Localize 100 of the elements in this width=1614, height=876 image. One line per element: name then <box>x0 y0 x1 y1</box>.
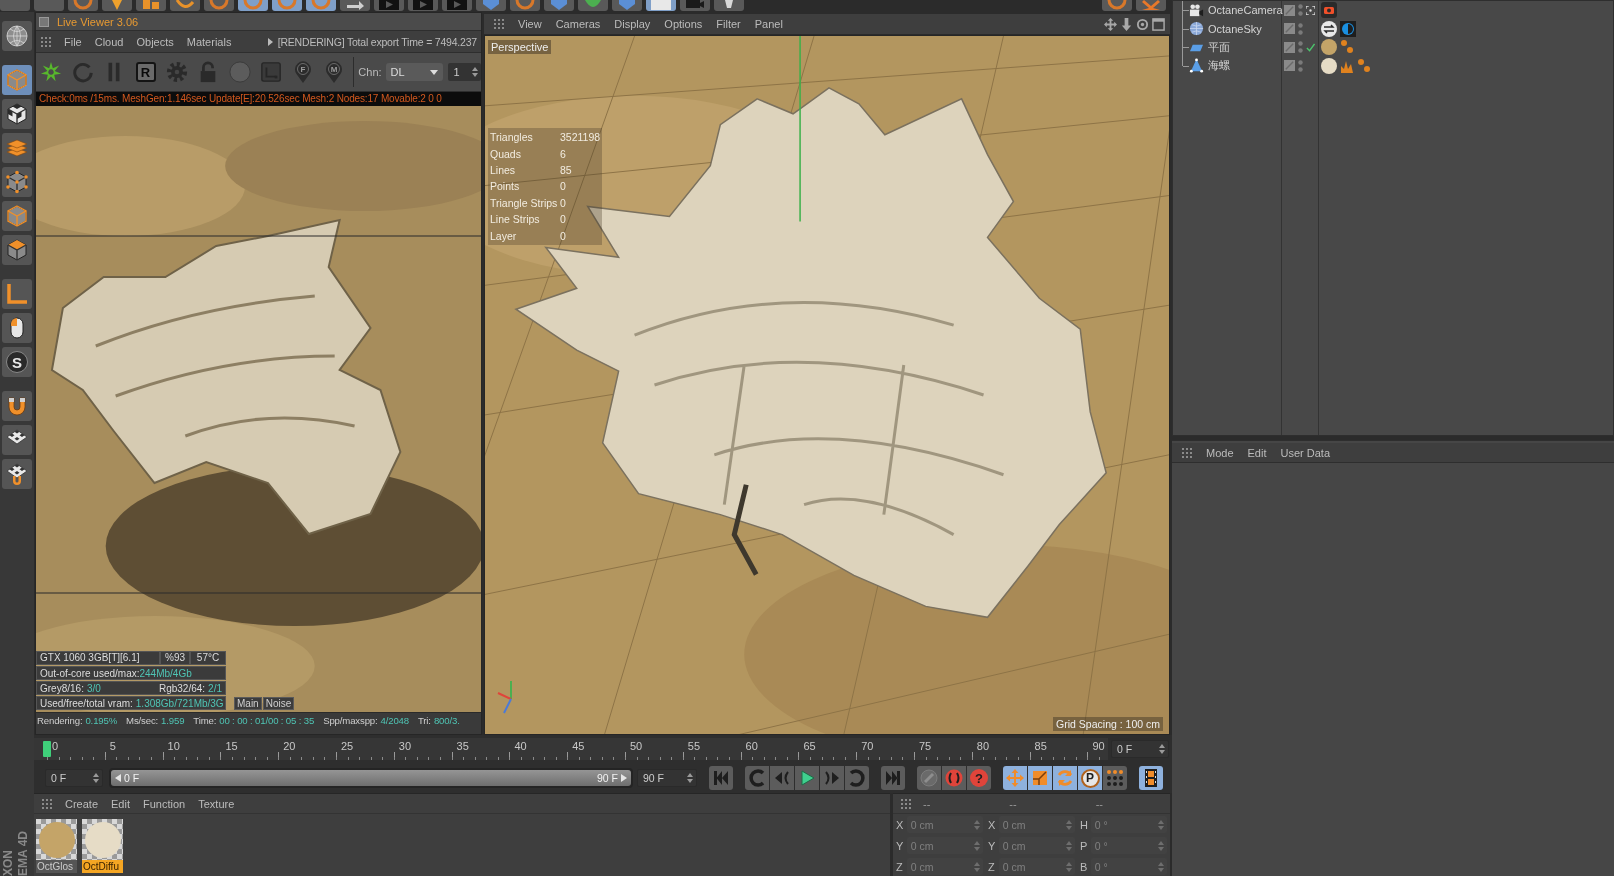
transport-button[interactable]: P <box>1078 766 1102 790</box>
grip-icon[interactable] <box>42 798 52 809</box>
playhead-handle[interactable] <box>43 741 51 757</box>
object-name[interactable]: OctaneSky <box>1208 22 1262 35</box>
vertical-dots-icon[interactable] <box>1298 4 1303 17</box>
rotate-icon[interactable] <box>1136 17 1149 31</box>
toolbar-button[interactable] <box>680 0 710 11</box>
channel-number-field[interactable]: 1 <box>447 63 481 81</box>
object-name[interactable]: OctaneCamera <box>1208 4 1283 17</box>
grip-icon[interactable] <box>901 798 911 809</box>
spinner-arrows-icon[interactable] <box>1159 744 1165 754</box>
toolbar-button[interactable] <box>68 0 98 11</box>
tool-button[interactable] <box>2 313 32 343</box>
menu-item[interactable]: Options <box>664 18 703 30</box>
camera-icon[interactable] <box>1189 2 1204 18</box>
slashed-square-icon[interactable] <box>1284 23 1295 35</box>
menu-item[interactable]: Panel <box>754 18 783 30</box>
toggle-button[interactable]: Main <box>234 697 262 710</box>
slashed-square-icon[interactable] <box>1284 60 1295 72</box>
menu-item[interactable]: Create <box>65 797 99 810</box>
tool-button[interactable] <box>2 235 32 265</box>
tool-button[interactable]: S <box>2 347 32 377</box>
grip-icon[interactable] <box>1182 447 1192 458</box>
object-name[interactable]: 平面 <box>1208 39 1230 55</box>
transport-button[interactable]: ? <box>967 766 991 790</box>
toolbar-button[interactable] <box>544 0 574 11</box>
toolbar-button[interactable]: R <box>133 59 158 85</box>
menu-item[interactable]: Edit <box>1247 446 1267 459</box>
toolbar-button[interactable] <box>578 0 608 11</box>
spinner-arrows-icon[interactable] <box>471 67 478 77</box>
tool-button[interactable] <box>2 425 32 455</box>
camera-label[interactable]: Perspective <box>488 40 552 54</box>
menu-item[interactable]: View <box>518 18 542 30</box>
menu-item[interactable]: User Data <box>1280 446 1331 459</box>
menu-item[interactable]: Objects <box>136 35 174 48</box>
toolbar-button[interactable] <box>510 0 540 11</box>
left-arrow-icon[interactable] <box>115 774 121 782</box>
swap-arrows-icon[interactable] <box>1321 20 1337 37</box>
vertical-dots-icon[interactable] <box>1298 22 1303 35</box>
material-name[interactable]: OctGlos <box>36 860 77 873</box>
spinner-arrows-icon[interactable] <box>687 773 693 783</box>
toolbar-button[interactable] <box>102 0 132 11</box>
vertical-dots-icon[interactable] <box>1298 59 1303 72</box>
grip-icon[interactable] <box>494 19 504 29</box>
grip-icon[interactable] <box>41 36 51 47</box>
tool-button[interactable] <box>2 167 32 197</box>
move-cross-icon[interactable] <box>1104 17 1117 31</box>
triangle-vertices-icon[interactable] <box>1189 58 1204 74</box>
toolbar-button[interactable] <box>170 0 200 11</box>
toolbar-button[interactable] <box>646 0 676 11</box>
swatch-icon[interactable] <box>1321 57 1337 74</box>
channel-dropdown[interactable]: DL <box>385 63 443 81</box>
tool-button[interactable] <box>2 459 32 489</box>
tool-button[interactable] <box>2 99 32 129</box>
menu-item[interactable]: Cloud <box>94 35 124 48</box>
swatch-icon[interactable] <box>1321 39 1337 56</box>
transport-button[interactable] <box>1103 766 1127 790</box>
toolbar-button[interactable] <box>374 0 404 11</box>
start-frame-field[interactable]: 0 F <box>45 769 103 787</box>
menu-item[interactable]: Display <box>614 18 651 30</box>
target-bracket-icon[interactable] <box>1306 5 1315 15</box>
check-icon[interactable] <box>1306 42 1315 52</box>
square-icon[interactable] <box>39 16 49 27</box>
half-circle-icon[interactable] <box>1340 20 1356 37</box>
vertical-dots-icon[interactable] <box>1298 41 1303 54</box>
material-name[interactable]: OctDiffu <box>82 860 123 873</box>
menu-item[interactable]: Edit <box>111 797 130 810</box>
spinner-arrows-icon[interactable] <box>93 773 99 783</box>
slashed-square-icon[interactable] <box>1284 41 1295 53</box>
toolbar-button[interactable] <box>476 0 506 11</box>
menu-item[interactable]: File <box>64 35 82 48</box>
toolbar-button[interactable] <box>1102 0 1132 11</box>
end-frame-field[interactable]: 90 F <box>637 769 697 787</box>
caret-icon[interactable] <box>267 37 273 46</box>
toolbar-button[interactable] <box>136 0 166 11</box>
transport-button[interactable] <box>1139 766 1163 790</box>
toolbar-button[interactable] <box>714 0 744 11</box>
toolbar-button[interactable] <box>204 0 234 11</box>
toolbar-button[interactable] <box>612 0 642 11</box>
menu-item[interactable]: Mode <box>1206 446 1234 459</box>
toggle-button[interactable]: Noise <box>262 697 295 710</box>
toolbar-button[interactable] <box>442 0 472 11</box>
timeline-track[interactable]: 0 5 10 15 20 25 30 35 40 45 50 55 60 65 70 75 80 85 90 <box>34 738 1108 760</box>
current-frame-field[interactable]: 0 F <box>1111 740 1169 758</box>
down-arrow-icon[interactable] <box>1120 17 1133 31</box>
camera-tag-icon[interactable] <box>1321 2 1337 19</box>
frame-range-bar[interactable]: 0 F 90 F <box>111 770 631 786</box>
dots-pair-icon[interactable] <box>1340 39 1354 56</box>
toolbar-button[interactable] <box>340 0 370 11</box>
toolbar-button[interactable] <box>408 0 438 11</box>
menu-item[interactable]: Filter <box>716 18 741 30</box>
globe-icon[interactable] <box>1189 21 1204 37</box>
dots-pair-icon[interactable] <box>1357 57 1371 74</box>
menu-item[interactable]: Function <box>143 797 186 810</box>
maximize-icon[interactable] <box>1152 17 1165 31</box>
menu-item[interactable]: Texture <box>198 797 235 810</box>
menu-item[interactable]: Cameras <box>555 18 601 30</box>
toolbar-button[interactable] <box>1136 0 1166 11</box>
slashed-square-icon[interactable] <box>1284 4 1295 16</box>
object-name[interactable]: 海螺 <box>1208 58 1230 74</box>
